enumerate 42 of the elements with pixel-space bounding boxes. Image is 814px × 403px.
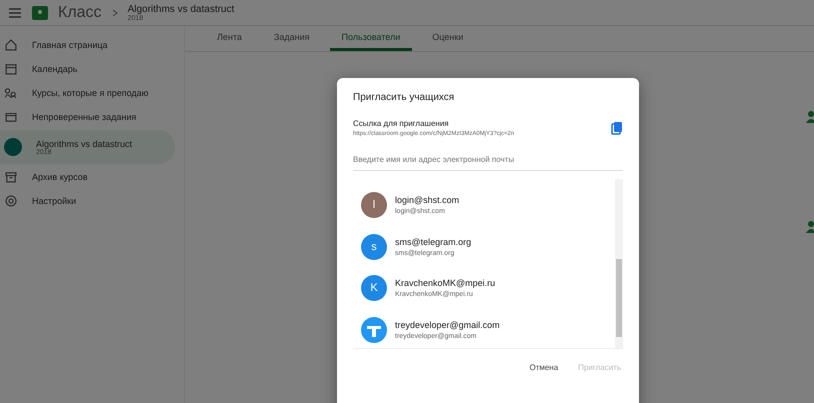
sidebar-item[interactable]: Курсы, которые я преподаю — [0, 82, 175, 104]
avatar: s — [361, 234, 387, 260]
classroom-logo-icon — [32, 6, 48, 20]
contact-name: sms@telegram.org — [395, 236, 472, 247]
add-person-icon[interactable] — [804, 110, 814, 124]
settings-icon — [4, 194, 18, 208]
add-person-icon[interactable] — [804, 220, 814, 234]
menu-icon[interactable] — [8, 6, 22, 18]
tab[interactable]: Лента — [205, 26, 254, 51]
sidebar-item[interactable]: Календарь — [0, 58, 175, 80]
avatar: l — [361, 192, 387, 218]
chevron-icon — [112, 8, 118, 16]
avatar: K — [361, 275, 387, 302]
sidebar-item[interactable]: Непроверенные задания — [0, 106, 175, 128]
contact-name: login@shst.com — [395, 194, 460, 205]
link-label: Ссылка для приглашения — [353, 119, 450, 128]
archive-icon — [4, 170, 18, 184]
sidebar-item[interactable]: Архив курсов — [0, 166, 175, 188]
app-name: Класс — [58, 4, 102, 22]
scrollbar[interactable] — [615, 179, 623, 348]
contact-name: treydeveloper@gmail.com — [395, 320, 500, 330]
sidebar-label: Algorithms vs datastruct — [36, 138, 132, 148]
people-icon — [4, 86, 18, 100]
sidebar-label: Непроверенные задания — [32, 112, 136, 122]
sidebar-label: Календарь — [32, 64, 78, 74]
course-title: Algorithms vs datastruct — [128, 4, 234, 14]
tab[interactable]: Пользователи — [330, 26, 412, 51]
contact-name: KravchenkoMK@mpei.ru — [395, 278, 496, 288]
tab[interactable]: Задания — [262, 26, 322, 51]
sidebar-item[interactable]: Настройки — [0, 190, 175, 212]
sidebar-label: Архив курсов — [32, 172, 88, 182]
sidebar-label: Главная страница — [32, 40, 108, 50]
cancel-button[interactable]: Отмена — [527, 361, 560, 374]
calendar-icon — [4, 62, 18, 76]
sidebar-label: Настройки — [32, 196, 76, 206]
sidebar-label: Курсы, которые я преподаю — [32, 88, 148, 98]
tab[interactable]: Оценки — [420, 26, 476, 51]
sidebar-item[interactable]: Главная страница — [0, 34, 175, 56]
dialog-title: Пригласить учащихся — [353, 92, 456, 103]
course-avatar-icon — [4, 138, 22, 156]
home-icon — [4, 38, 18, 52]
copy-icon[interactable] — [611, 121, 623, 135]
